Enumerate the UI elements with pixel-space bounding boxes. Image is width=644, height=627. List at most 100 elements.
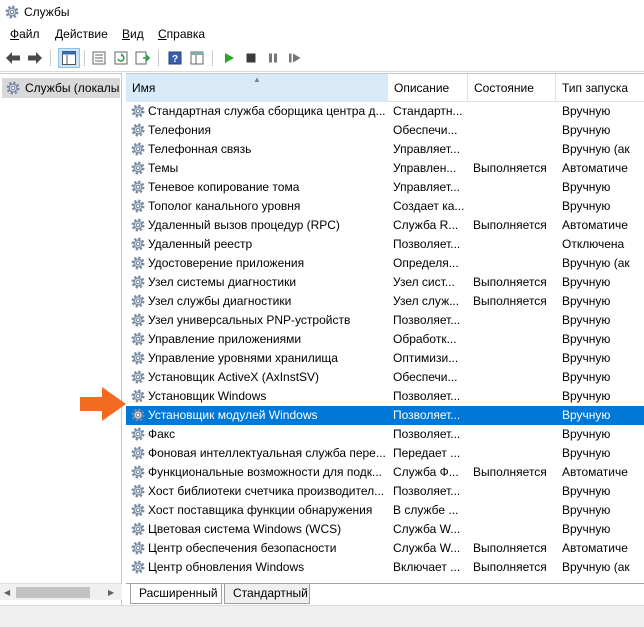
menu-bar: Файл Действие Вид Справка: [0, 24, 644, 44]
service-description: Позволяет...: [393, 484, 461, 498]
service-gear-icon: [130, 331, 146, 347]
console-tree-icon[interactable]: [58, 48, 80, 68]
service-gear-icon: [130, 141, 146, 157]
service-name: Удаленный реестр: [148, 237, 253, 251]
service-row[interactable]: Стандартная служба сборщика центра д... С…: [126, 102, 644, 121]
column-header-startup-type[interactable]: Тип запуска: [556, 74, 644, 102]
service-description: Узел служ...: [393, 294, 460, 308]
forward-arrow-icon[interactable]: [26, 49, 44, 67]
service-gear-icon: [130, 540, 146, 556]
tree-item-services-local[interactable]: Службы (локалы: [2, 78, 120, 98]
properties-icon[interactable]: [90, 49, 108, 67]
service-state: [473, 387, 555, 406]
service-gear-icon: [130, 502, 146, 518]
service-row[interactable]: Удаленный вызов процедур (RPC) Служба R..…: [126, 216, 644, 235]
help-icon[interactable]: ?: [166, 49, 184, 67]
service-startup-type: Вручную: [562, 446, 611, 460]
console-tree-pane: Службы (локалы: [0, 73, 122, 605]
menu-view[interactable]: Вид: [122, 27, 144, 41]
tree-horizontal-scrollbar[interactable]: ◀ ▶: [0, 583, 122, 600]
service-row[interactable]: Центр обновления Windows Включает ... Выпо…: [126, 558, 644, 577]
service-row[interactable]: Темы Управлен... Выполняется Автоматиче: [126, 159, 644, 178]
scroll-right-icon[interactable]: ▶: [108, 588, 114, 597]
service-row[interactable]: Центр обеспечения безопасности Служба W..…: [126, 539, 644, 558]
scroll-left-icon[interactable]: ◀: [4, 588, 10, 597]
service-name: Узел службы диагностики: [148, 294, 292, 308]
service-state: [473, 311, 555, 330]
service-startup-type: Вручную (ак: [562, 142, 630, 156]
service-name: Стандартная служба сборщика центра д...: [148, 104, 386, 118]
service-description: Определя...: [393, 256, 459, 270]
service-startup-type: Вручную: [562, 313, 611, 327]
service-name: Центр обновления Windows: [148, 560, 305, 574]
scroll-thumb[interactable]: [16, 587, 90, 598]
service-row[interactable]: Телефонная связь Управляет... Вручную (ак: [126, 140, 644, 159]
service-row[interactable]: Хост библиотеки счетчика производител...…: [126, 482, 644, 501]
service-row[interactable]: Факс Позволяет... Вручную: [126, 425, 644, 444]
services-rows: Стандартная служба сборщика центра д... С…: [126, 102, 644, 577]
menu-action[interactable]: Действие: [55, 27, 108, 41]
menu-help[interactable]: Справка: [158, 27, 205, 41]
service-row[interactable]: Установщик модулей Windows Позволяет... Вр…: [126, 406, 644, 425]
service-gear-icon: [130, 274, 146, 290]
view-icon[interactable]: [188, 49, 206, 67]
service-gear-icon: [130, 521, 146, 537]
service-gear-icon: [130, 483, 146, 499]
service-state: [473, 368, 555, 387]
view-tabs: Расширенный Стандартный: [126, 583, 644, 605]
stop-icon[interactable]: [242, 49, 260, 67]
service-startup-type: Вручную: [562, 389, 611, 403]
service-state: Выполняется: [473, 294, 547, 308]
service-row[interactable]: Узел системы диагностики Узел сист... Выпо…: [126, 273, 644, 292]
service-row[interactable]: Удаленный реестр Позволяет... Отключена: [126, 235, 644, 254]
service-gear-icon: [130, 255, 146, 271]
service-name: Телефонная связь: [148, 142, 252, 156]
service-name: Центр обеспечения безопасности: [148, 541, 337, 555]
service-name: Хост библиотеки счетчика производител...: [148, 484, 385, 498]
service-startup-type: Вручную: [562, 332, 611, 346]
service-name: Узел универсальных PNP-устройств: [148, 313, 351, 327]
window-title: Службы: [24, 5, 70, 19]
refresh-icon[interactable]: [112, 49, 130, 67]
service-state: Выполняется: [473, 218, 547, 232]
service-row[interactable]: Установщик ActiveX (AxInstSV) Обеспечи...…: [126, 368, 644, 387]
service-state: [473, 482, 555, 501]
export-list-icon[interactable]: [134, 49, 152, 67]
service-name: Тополог канального уровня: [148, 199, 301, 213]
service-row[interactable]: Узел службы диагностики Узел служ... Выпол…: [126, 292, 644, 311]
services-gear-icon: [4, 4, 20, 20]
service-description: Обеспечи...: [393, 123, 458, 137]
column-header-description[interactable]: Описание: [388, 74, 468, 102]
pause-icon[interactable]: [264, 49, 282, 67]
restart-icon[interactable]: [286, 49, 304, 67]
service-row[interactable]: Хост поставщика функции обнаружения В слу…: [126, 501, 644, 520]
service-row[interactable]: Управление приложениями Обработк... Вручну…: [126, 330, 644, 349]
service-row[interactable]: Теневое копирование тома Управляет... Вруч…: [126, 178, 644, 197]
service-row[interactable]: Установщик Windows Позволяет... Вручную: [126, 387, 644, 406]
service-state: [473, 140, 555, 159]
service-startup-type: Вручную (ак: [562, 560, 630, 574]
service-row[interactable]: Функциональные возможности для подк... Сл…: [126, 463, 644, 482]
play-icon[interactable]: [220, 49, 238, 67]
tab-standard[interactable]: Стандартный: [224, 584, 310, 604]
tab-extended[interactable]: Расширенный: [130, 584, 222, 604]
service-row[interactable]: Тополог канального уровня Создает ка... Вр…: [126, 197, 644, 216]
back-arrow-icon[interactable]: [4, 49, 22, 67]
sort-ascending-icon: ▲: [253, 75, 261, 84]
service-row[interactable]: Управление уровнями хранилища Оптимизи...…: [126, 349, 644, 368]
service-row[interactable]: Цветовая система Windows (WCS) Служба W..…: [126, 520, 644, 539]
service-row[interactable]: Узел универсальных PNP-устройств Позволяе…: [126, 311, 644, 330]
service-state: [473, 444, 555, 463]
service-description: Передает ...: [393, 446, 461, 460]
column-header-state[interactable]: Состояние: [468, 74, 556, 102]
service-row[interactable]: Фоновая интеллектуальная служба пере... П…: [126, 444, 644, 463]
annotation-arrow-icon: [80, 387, 126, 421]
service-gear-icon: [130, 388, 146, 404]
service-description: Обеспечи...: [393, 370, 458, 384]
service-description: Позволяет...: [393, 237, 461, 251]
menu-file[interactable]: Файл: [10, 27, 40, 41]
service-row[interactable]: Телефония Обеспечи... Вручную: [126, 121, 644, 140]
service-startup-type: Отключена: [562, 237, 625, 251]
service-name: Функциональные возможности для подк...: [148, 465, 382, 479]
service-row[interactable]: Удостоверение приложения Определя... Вручн…: [126, 254, 644, 273]
